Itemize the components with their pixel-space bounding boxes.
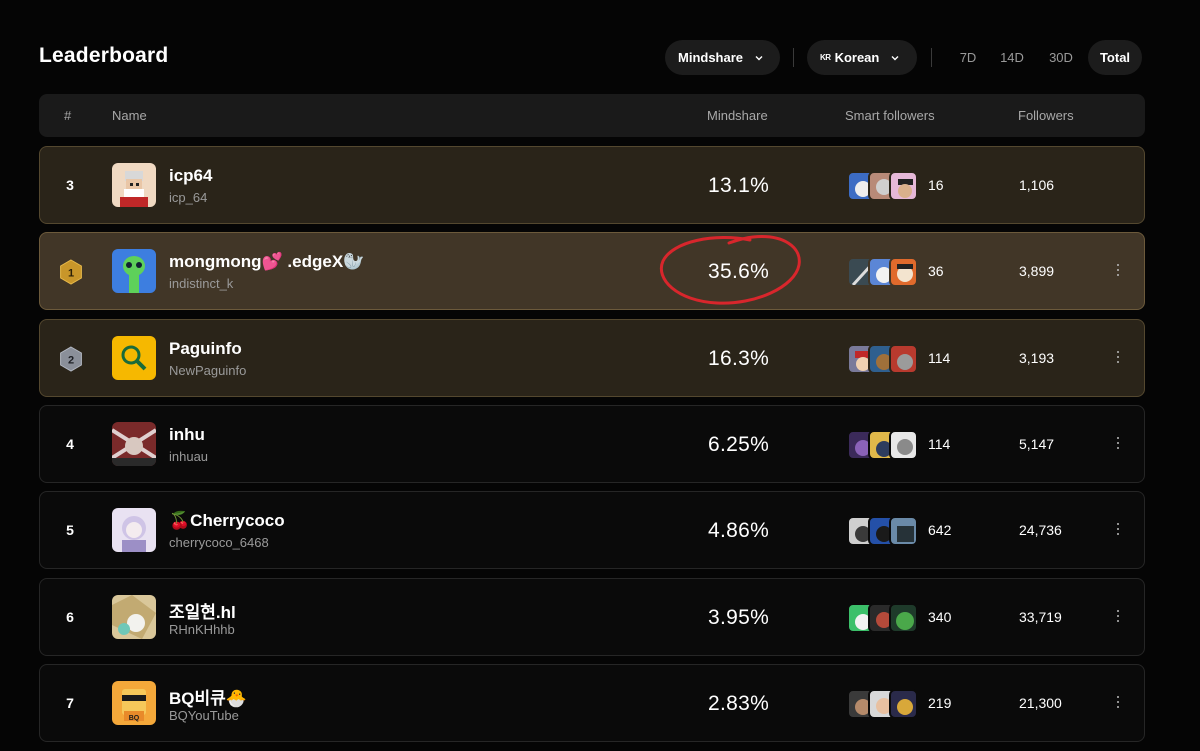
language-dropdown[interactable]: KR Korean: [807, 40, 917, 75]
svg-text:1: 1: [68, 268, 74, 280]
highlight-circle-annotation: [659, 235, 801, 305]
smart-followers-count: 642: [928, 522, 952, 538]
smart-followers-count: 16: [928, 177, 944, 193]
mindshare-value: 3.95%: [708, 606, 770, 629]
avatar[interactable]: [112, 508, 156, 552]
followers-count: 3,193: [1019, 350, 1055, 366]
user-handle: RHnKHhhb: [169, 622, 235, 637]
column-name[interactable]: Name: [112, 108, 147, 123]
smart-follower-avatars[interactable]: [847, 171, 921, 201]
smart-followers-count: 114: [928, 350, 951, 366]
user-handle: inhuau: [169, 449, 209, 464]
user-handle: cherrycoco_6468: [169, 535, 269, 550]
user-name[interactable]: Paguinfo: [169, 339, 242, 359]
divider: [793, 48, 794, 67]
mindshare-value: 13.1%: [708, 174, 770, 197]
user-name[interactable]: 🍒Cherrycoco: [169, 511, 285, 531]
column-smart-followers[interactable]: Smart followers: [845, 108, 935, 123]
korea-flag-icon: KR: [820, 53, 831, 62]
followers-count: 24,736: [1019, 522, 1062, 538]
table-row[interactable]: 2 Paguinfo NewPaguinfo 16.3% 114 3,193: [39, 319, 1145, 397]
avatar[interactable]: [112, 422, 156, 466]
period-30d-tab[interactable]: 30D: [1038, 40, 1084, 75]
svg-text:BQ: BQ: [129, 715, 140, 722]
mindshare-value: 2.83%: [708, 692, 770, 715]
chevron-down-icon: [891, 55, 899, 60]
followers-count: 1,106: [1019, 177, 1055, 193]
table-header: # Name Mindshare Smart followers Followe…: [39, 94, 1145, 137]
more-options-icon[interactable]: [1111, 348, 1125, 368]
page-title: Leaderboard: [39, 44, 169, 67]
chevron-down-icon: [755, 55, 763, 60]
avatar[interactable]: [112, 249, 156, 293]
smart-followers-count: 114: [928, 436, 951, 452]
smart-followers-count: 36: [928, 263, 944, 279]
followers-count: 33,719: [1019, 609, 1062, 625]
mindshare-value: 16.3%: [708, 347, 770, 370]
table-row[interactable]: 3 icp64 icp_64 13.1% 16 1,106: [39, 146, 1145, 224]
more-options-icon[interactable]: [1111, 693, 1125, 713]
rank-number: 5: [66, 522, 74, 538]
user-name[interactable]: icp64: [169, 166, 212, 186]
gold-rank-badge-icon: 1: [60, 259, 82, 285]
smart-follower-avatars[interactable]: [847, 689, 921, 719]
rank-number: 6: [66, 609, 74, 625]
avatar[interactable]: [112, 163, 156, 207]
metric-dropdown[interactable]: Mindshare: [665, 40, 780, 75]
user-name[interactable]: mongmong💕 .edgeX🦭: [169, 252, 364, 272]
user-name[interactable]: BQ비큐🐣: [169, 684, 247, 709]
table-row[interactable]: 1 mongmong💕 .edgeX🦭 indistinct_k 35.6% 3…: [39, 232, 1145, 310]
column-followers[interactable]: Followers: [1018, 108, 1074, 123]
column-rank: #: [64, 108, 72, 123]
table-row[interactable]: 5 🍒Cherrycoco cherrycoco_6468 4.86% 642 …: [39, 491, 1145, 569]
language-dropdown-label: Korean: [834, 50, 880, 65]
avatar[interactable]: BQ: [112, 681, 156, 725]
period-7d-tab[interactable]: 7D: [948, 40, 988, 75]
smart-follower-avatars[interactable]: [847, 344, 921, 374]
user-handle: indistinct_k: [169, 276, 234, 291]
user-handle: NewPaguinfo: [169, 363, 247, 378]
more-options-icon[interactable]: [1111, 434, 1125, 454]
rank-number: 3: [66, 177, 74, 193]
period-14d-tab[interactable]: 14D: [992, 40, 1032, 75]
smart-follower-avatars[interactable]: [847, 516, 921, 546]
table-row[interactable]: 7 BQ BQ비큐🐣 BQYouTube 2.83% 219 21,300: [39, 664, 1145, 742]
table-row[interactable]: 4 inhu inhuau 6.25% 114 5,147: [39, 405, 1145, 483]
rank-number: 4: [66, 436, 74, 452]
avatar[interactable]: [112, 336, 156, 380]
silver-rank-badge-icon: 2: [60, 346, 82, 372]
smart-follower-avatars[interactable]: [847, 603, 921, 633]
metric-dropdown-label: Mindshare: [678, 50, 744, 65]
period-total-tab[interactable]: Total: [1088, 40, 1142, 75]
user-name[interactable]: inhu: [169, 425, 205, 445]
mindshare-value: 4.86%: [708, 519, 770, 542]
user-name[interactable]: 조일현.hl: [169, 598, 236, 623]
user-handle: icp_64: [169, 190, 208, 205]
user-handle: BQYouTube: [169, 708, 239, 723]
avatar[interactable]: [112, 595, 156, 639]
smart-followers-count: 219: [928, 695, 952, 711]
divider: [931, 48, 932, 67]
more-options-icon[interactable]: [1111, 520, 1125, 540]
smart-follower-avatars[interactable]: [847, 257, 921, 287]
smart-followers-count: 340: [928, 609, 952, 625]
more-options-icon[interactable]: [1111, 261, 1125, 281]
column-mindshare[interactable]: Mindshare: [707, 108, 768, 123]
smart-follower-avatars[interactable]: [847, 430, 921, 460]
rank-number: 7: [66, 695, 74, 711]
followers-count: 21,300: [1019, 695, 1062, 711]
mindshare-value: 6.25%: [708, 433, 770, 456]
table-row[interactable]: 6 조일현.hl RHnKHhhb 3.95% 340 33,719: [39, 578, 1145, 656]
svg-text:2: 2: [68, 355, 74, 367]
more-options-icon[interactable]: [1111, 607, 1125, 627]
followers-count: 5,147: [1019, 436, 1055, 452]
followers-count: 3,899: [1019, 263, 1055, 279]
